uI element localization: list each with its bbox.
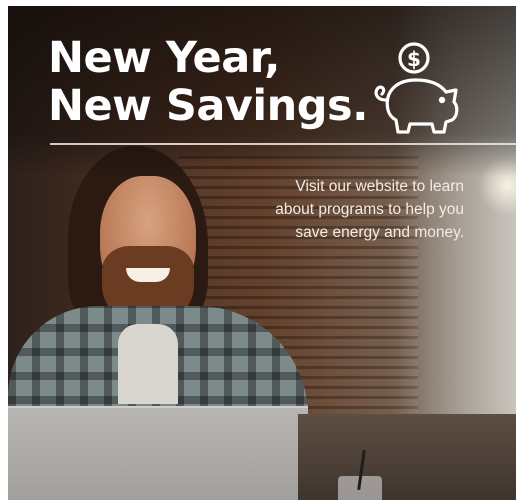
piggy-bank-with-dollar-coin-icon: $ [374,42,459,134]
new-year-savings-ad: New Year, New Savings. $ Visit our websi… [8,6,516,500]
headline: New Year, New Savings. [48,34,368,130]
laptop [8,406,308,500]
headline-divider [50,143,516,145]
svg-text:$: $ [407,47,421,71]
body-line-2: about programs to help you [275,200,464,218]
headline-line-2: New Savings. [48,81,368,131]
promo-body-text: Visit our website to learn about program… [208,175,464,244]
body-line-1: Visit our website to learn [295,177,464,195]
white-tshirt [118,324,178,404]
body-line-3: save energy and money. [295,223,464,241]
cafe-table [298,414,516,500]
headline-line-1: New Year, [48,33,280,83]
